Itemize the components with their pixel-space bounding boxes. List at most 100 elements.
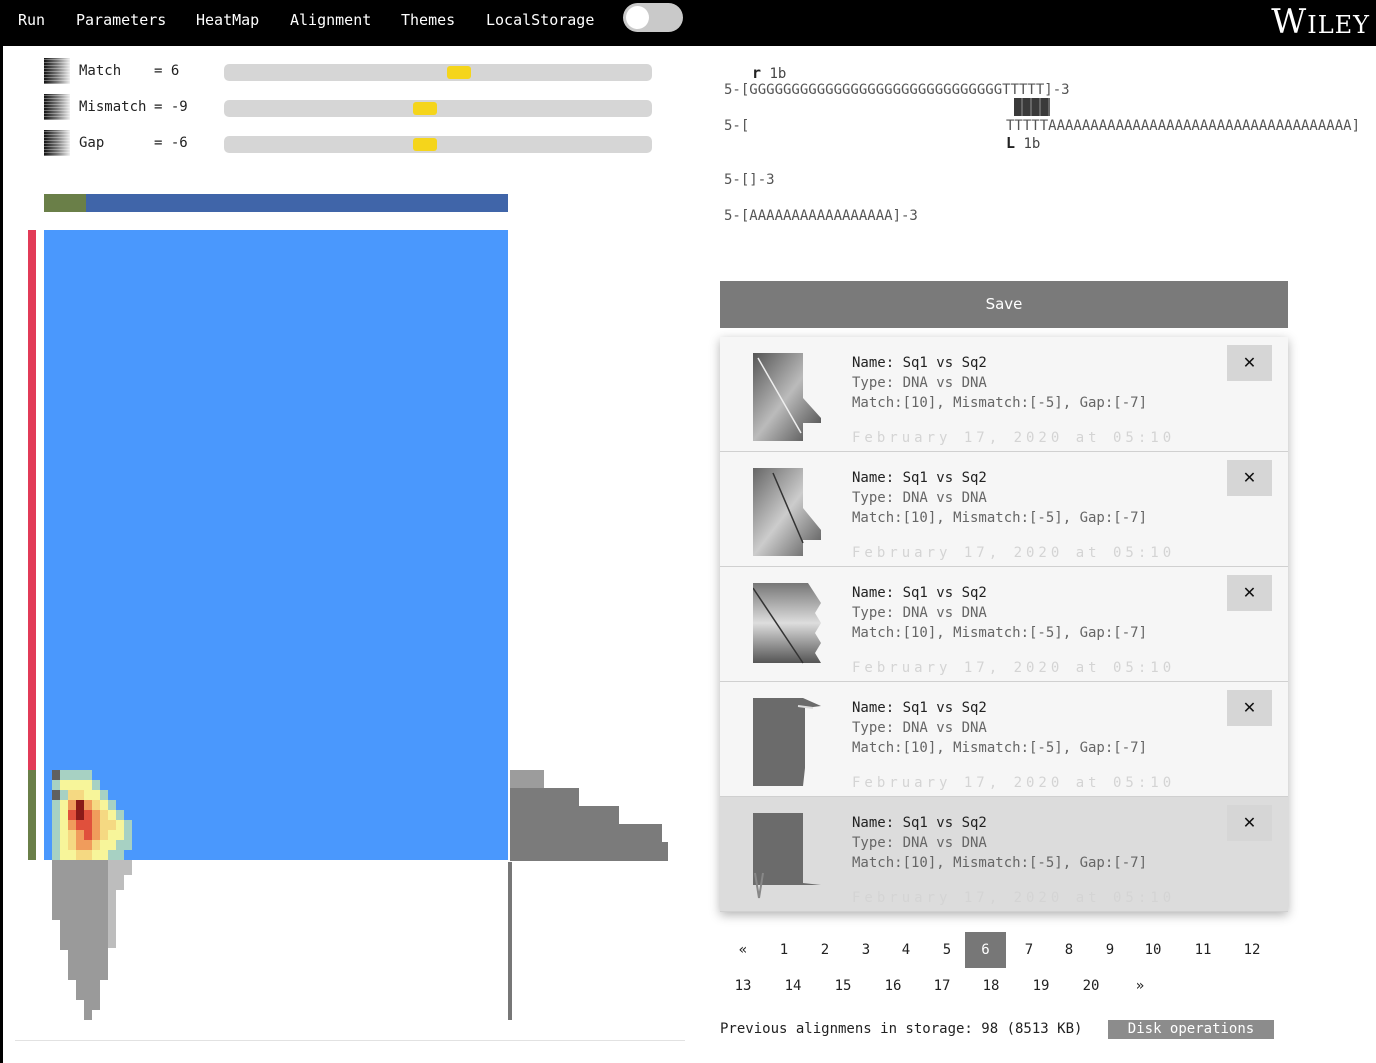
param-label: Mismatch [79, 99, 147, 115]
histogram-bar [84, 860, 92, 1020]
delete-close-icon[interactable]: ✕ [1227, 805, 1272, 841]
page-link-4[interactable]: 4 [883, 932, 929, 968]
theme-toggle-switch[interactable] [623, 3, 683, 32]
heatmap-cell [52, 850, 60, 860]
histogram-bar [92, 860, 100, 1010]
page-link-17[interactable]: 17 [919, 968, 965, 1004]
heatmap-cell [124, 820, 132, 830]
heatmap-cell [108, 850, 116, 860]
heatmap-cell [68, 780, 76, 790]
histogram-bar [510, 806, 619, 825]
slider-thumb[interactable] [413, 102, 438, 115]
nav-run[interactable]: Run [18, 11, 45, 29]
delete-close-icon[interactable]: ✕ [1227, 345, 1272, 381]
sequence-bar-red [28, 230, 36, 770]
page-link-20[interactable]: 20 [1068, 968, 1114, 1004]
heatmap-cell [68, 790, 76, 800]
nav-themes[interactable]: Themes [401, 11, 455, 29]
slider-thumb[interactable] [413, 138, 438, 151]
page-link-15[interactable]: 15 [820, 968, 866, 1004]
heatmap-cell [68, 800, 76, 810]
page-link-1[interactable]: 1 [761, 932, 807, 968]
match-slider[interactable] [224, 64, 652, 81]
heatmap-cell [100, 830, 108, 840]
page-link-12[interactable]: 12 [1229, 932, 1275, 968]
nav-parameters[interactable]: Parameters [76, 11, 166, 29]
storage-summary: Previous alignmens in storage: 98 (8513 … [720, 1021, 1083, 1037]
heatmap-cell [124, 830, 132, 840]
heatmap-cell [52, 830, 60, 840]
slider-thumb[interactable] [447, 66, 472, 79]
heatmap-cell [92, 830, 100, 840]
saved-alignment-card[interactable]: Name: Sq1 vs Sq2 Type: DNA vs DNA Match:[1… [720, 452, 1288, 567]
alignment-marker-bottom: L 1b [1006, 134, 1041, 152]
saved-alignment-card[interactable]: Name: Sq1 vs Sq2 Type: DNA vs DNA Match:[1… [720, 567, 1288, 682]
mismatch-slider[interactable] [224, 100, 652, 117]
saved-params: Match:[10], Mismatch:[-5], Gap:[-7] [852, 855, 1148, 871]
page-prev-icon[interactable]: « [720, 932, 766, 968]
saved-params: Match:[10], Mismatch:[-5], Gap:[-7] [852, 625, 1148, 641]
heatmap-cell [100, 850, 108, 860]
saved-date: February 17, 2020 at 05:10 [852, 775, 1176, 791]
heatmap-cell [84, 810, 92, 820]
row-histogram [510, 770, 680, 865]
saved-params: Match:[10], Mismatch:[-5], Gap:[-7] [852, 395, 1148, 411]
page-link-14[interactable]: 14 [770, 968, 816, 1004]
heatmap-cell [68, 820, 76, 830]
delete-close-icon[interactable]: ✕ [1227, 460, 1272, 496]
nav-alignment[interactable]: Alignment [290, 11, 371, 29]
alignment-thumbnail-icon [753, 583, 821, 664]
heatmap-cell [76, 800, 84, 810]
page-link-18[interactable]: 18 [968, 968, 1014, 1004]
column-histogram [44, 860, 144, 1022]
saved-name: Name: Sq1 vs Sq2 [852, 585, 987, 601]
heatmap-cell [116, 840, 124, 850]
alignment-heatmap[interactable] [44, 230, 508, 860]
page-link-19[interactable]: 19 [1018, 968, 1064, 1004]
heatmap-cell [76, 770, 84, 780]
page-link-11[interactable]: 11 [1180, 932, 1226, 968]
heatmap-cell [108, 800, 116, 810]
heatmap-cell [116, 820, 124, 830]
page-link-8[interactable]: 8 [1046, 932, 1092, 968]
delete-close-icon[interactable]: ✕ [1227, 690, 1272, 726]
bottom-divider [15, 1040, 685, 1041]
page-link-2[interactable]: 2 [802, 932, 848, 968]
saved-alignment-card[interactable]: Name: Sq1 vs Sq2 Type: DNA vs DNA Match:[1… [720, 337, 1288, 452]
nav-heatmap[interactable]: HeatMap [196, 11, 259, 29]
page-next-icon[interactable]: » [1117, 968, 1163, 1004]
heatmap-cell [92, 800, 100, 810]
heatmap-cell [76, 830, 84, 840]
page-link-9[interactable]: 9 [1087, 932, 1133, 968]
heatmap-cell [100, 790, 108, 800]
heatmap-cell [52, 790, 60, 800]
brand-logo: Wiley [1271, 2, 1370, 42]
page-link-13[interactable]: 13 [720, 968, 766, 1004]
heatmap-cell [76, 820, 84, 830]
saved-type: Type: DNA vs DNA [852, 605, 987, 621]
page-link-10[interactable]: 10 [1130, 932, 1176, 968]
top-navigation-bar: Run Parameters HeatMap Alignment Themes … [0, 0, 1376, 46]
heatmap-cell [84, 840, 92, 850]
delete-close-icon[interactable]: ✕ [1227, 575, 1272, 611]
alignment-block-strip [1014, 98, 1050, 116]
gap-slider[interactable] [224, 136, 652, 153]
heatmap-cell [116, 830, 124, 840]
heatmap-cell [60, 820, 68, 830]
saved-name: Name: Sq1 vs Sq2 [852, 355, 987, 371]
disk-operations-button[interactable]: Disk operations [1108, 1020, 1274, 1039]
sequence-bar-green [28, 770, 36, 860]
page-link-16[interactable]: 16 [870, 968, 916, 1004]
saved-alignment-card[interactable]: Name: Sq1 vs Sq2 Type: DNA vs DNA Match:[1… [720, 797, 1288, 912]
heatmap-cell [92, 840, 100, 850]
saved-name: Name: Sq1 vs Sq2 [852, 815, 987, 831]
page-link-5[interactable]: 5 [924, 932, 970, 968]
heatmap-cell [52, 770, 60, 780]
saved-params: Match:[10], Mismatch:[-5], Gap:[-7] [852, 510, 1148, 526]
saved-alignment-card[interactable]: Name: Sq1 vs Sq2 Type: DNA vs DNA Match:[1… [720, 682, 1288, 797]
nav-localstorage[interactable]: LocalStorage [486, 11, 594, 29]
save-button[interactable]: Save [720, 281, 1288, 328]
page-link-6[interactable]: 6 [965, 932, 1006, 968]
histogram-bar [116, 860, 124, 890]
toggle-knob [626, 6, 649, 29]
